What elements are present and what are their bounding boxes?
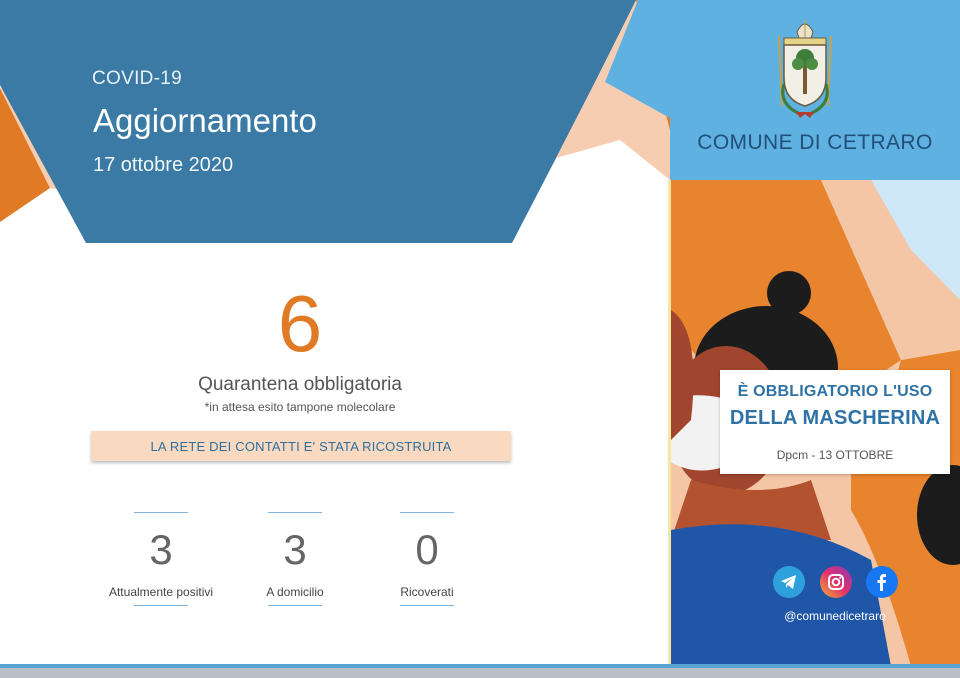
facebook-icon[interactable] [866,566,898,598]
stat-label: Attualmente positivi [108,585,214,599]
stat-label: A domicilio [266,585,324,599]
facebook-glyph [877,574,886,591]
footer-bar [0,664,960,678]
covid-kicker: COVID-19 [92,68,183,89]
mask-notice-decree: Dpcm - 13 OTTOBRE [776,448,894,462]
contacts-banner: LA RETE DEI CONTATTI E' STATA RICOSTRUIT… [91,431,511,461]
stat-active-positive: 3 Attualmente positivi [96,512,226,606]
social-icons [773,566,901,600]
stat-divider-top [268,512,322,513]
stat-divider-bottom [268,605,322,606]
mask-notice-card: È OBBLIGATORIO L'USO DELLA MASCHERINA Dp… [720,370,950,474]
stat-value: 3 [283,526,307,573]
stat-divider-bottom [134,605,188,606]
update-date: 17 ottobre 2020 [93,154,234,176]
municipality-name: COMUNE DI CETRARO [697,131,933,154]
stat-value: 0 [415,526,439,573]
telegram-icon[interactable] [773,566,805,598]
mask-notice-line1: È OBBLIGATORIO L'USO [737,383,933,400]
poster: COVID-19 Aggiornamento 17 ottobre 2020 6… [0,0,960,678]
quarantine-note: *in attesa esito tampone molecolare [204,400,396,414]
stat-label: Ricoverati [400,585,454,599]
municipal-crest-icon [778,20,832,118]
contacts-banner-text: LA RETE DEI CONTATTI E' STATA RICOSTRUIT… [150,438,452,454]
instagram-icon[interactable] [820,566,852,598]
instagram-glyph [828,574,844,590]
stat-divider-top [400,512,454,513]
quarantine-count: 6 [277,279,323,368]
stat-divider-top [134,512,188,513]
page-title: Aggiornamento [93,102,317,139]
footer-strip [0,668,960,678]
quarantine-label: Quarantena obbligatoria [198,374,402,395]
telegram-glyph [781,575,796,589]
stat-value: 3 [149,526,173,573]
mask-notice-line2: DELLA MASCHERINA [729,407,941,429]
stat-hospitalized: 0 Ricoverati [362,512,492,606]
stat-home: 3 A domicilio [230,512,360,606]
stat-divider-bottom [400,605,454,606]
social-handle[interactable]: @comunedicetraro [740,609,930,623]
